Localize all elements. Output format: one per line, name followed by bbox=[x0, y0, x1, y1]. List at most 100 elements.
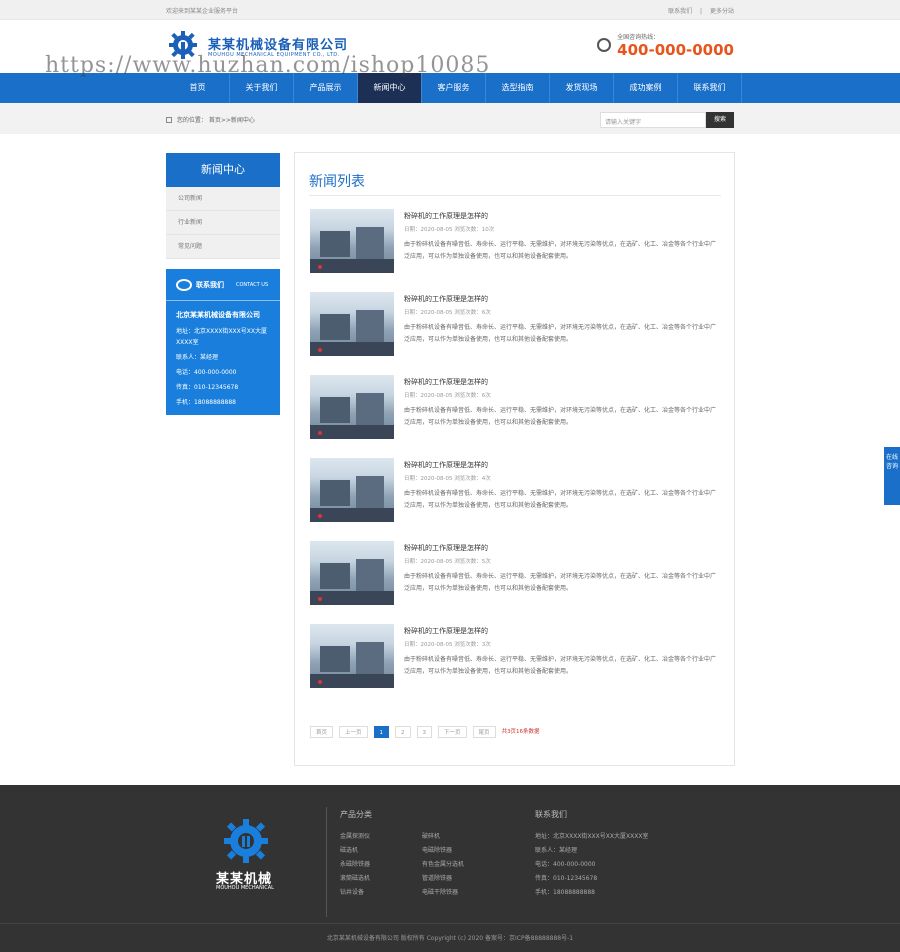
footer-product-link[interactable]: 钻井设备 bbox=[340, 887, 364, 896]
footer-contact-title: 联系我们 bbox=[535, 810, 567, 819]
footer-products-title: 产品分类 bbox=[340, 810, 372, 819]
contact-title: 联系我们 bbox=[196, 281, 224, 289]
sidebar-item-company-news[interactable]: 公司新闻 bbox=[166, 187, 280, 211]
nav-item-guide[interactable]: 选型指南 bbox=[486, 73, 550, 103]
news-title[interactable]: 粉碎机的工作原理是怎样的 bbox=[404, 377, 488, 387]
news-summary: 由于粉碎机设备有噪音低、寿命长、运行平稳、无需维护，对环境无污染等优点，在选矿、… bbox=[404, 656, 717, 675]
title-divider bbox=[309, 195, 721, 196]
nav-item-shipping[interactable]: 发货现场 bbox=[550, 73, 614, 103]
list-item[interactable]: 粉碎机的工作原理是怎样的 日期：2020-08-05 浏览次数：5次 由于粉碎机… bbox=[310, 541, 720, 607]
footer-contact-phone: 电话：400-000-0000 bbox=[535, 861, 596, 868]
footer-product-link[interactable]: 滚筒磁选机 bbox=[340, 873, 370, 882]
list-item[interactable]: 粉碎机的工作原理是怎样的 日期：2020-08-05 浏览次数：3次 由于粉碎机… bbox=[310, 624, 720, 690]
news-title[interactable]: 粉碎机的工作原理是怎样的 bbox=[404, 460, 488, 470]
footer-copyright: 北京某某机械设备有限公司 版权所有 Copyright (c) 2020 备案号… bbox=[0, 923, 900, 952]
pager-page-3[interactable]: 3 bbox=[416, 726, 433, 738]
footer-product-link[interactable]: 管道除铁器 bbox=[422, 873, 452, 882]
breadcrumb-path[interactable]: 首页>>新闻中心 bbox=[209, 117, 255, 124]
footer-product-link[interactable]: 永磁除铁器 bbox=[340, 859, 370, 868]
online-consult-tab[interactable]: 在线咨询 bbox=[884, 447, 900, 505]
footer-contact-mobile: 手机：18088888888 bbox=[535, 889, 595, 896]
news-meta: 日期：2020-08-05 浏览次数：4次 bbox=[404, 476, 491, 482]
breadcrumb-bar: 您的位置： 首页>>新闻中心 请输入关键字 搜索 bbox=[0, 103, 900, 134]
page-title: 新闻列表 bbox=[309, 174, 365, 190]
sidebar: 新闻中心 公司新闻 行业新闻 常见问题 联系我们 CONTACT US 北京某某… bbox=[166, 153, 280, 415]
welcome-text: 欢迎来到某某企业服务平台 bbox=[166, 8, 239, 15]
site-footer: 某某机械 MOUHOU MECHANICAL 产品分类 金属探测仪 磁选机 永磁… bbox=[0, 785, 900, 952]
news-thumbnail[interactable] bbox=[310, 375, 394, 439]
sidebar-item-industry-news[interactable]: 行业新闻 bbox=[166, 211, 280, 235]
list-item[interactable]: 粉碎机的工作原理是怎样的 日期：2020-08-05 浏览次数：6次 由于粉碎机… bbox=[310, 292, 720, 358]
contact-us-link[interactable]: 联系我们 bbox=[668, 8, 692, 15]
footer-product-link[interactable]: 电磁除铁器 bbox=[422, 845, 452, 854]
news-meta: 日期：2020-08-05 浏览次数：3次 bbox=[404, 642, 491, 648]
company-name: 某某机械设备有限公司 bbox=[208, 38, 349, 53]
pagination: 首页 上一页 1 2 3 下一页 尾页 共3页16条数据 bbox=[310, 726, 546, 738]
sidebar-item-faq[interactable]: 常见问题 bbox=[166, 235, 280, 259]
news-meta: 日期：2020-08-05 浏览次数：6次 bbox=[404, 310, 491, 316]
contact-title-en: CONTACT US bbox=[236, 282, 269, 288]
hotline: 全国咨询热线： 400-000-0000 bbox=[597, 32, 734, 59]
news-thumbnail[interactable] bbox=[310, 292, 394, 356]
pager-info: 共3页16条数据 bbox=[501, 729, 540, 735]
news-title[interactable]: 粉碎机的工作原理是怎样的 bbox=[404, 211, 488, 221]
footer-product-link[interactable]: 磁选机 bbox=[340, 845, 358, 854]
top-links: 联系我们 | 更多分站 bbox=[668, 8, 734, 15]
pager-page-2[interactable]: 2 bbox=[395, 726, 411, 738]
news-meta: 日期：2020-08-05 浏览次数：5次 bbox=[404, 559, 491, 565]
nav-item-cases[interactable]: 成功案例 bbox=[614, 73, 678, 103]
footer-product-link[interactable]: 金属探测仪 bbox=[340, 831, 370, 840]
pager-prev[interactable]: 上一页 bbox=[339, 726, 368, 738]
nav-item-contact[interactable]: 联系我们 bbox=[678, 73, 742, 103]
news-thumbnail[interactable] bbox=[310, 624, 394, 688]
list-item[interactable]: 粉碎机的工作原理是怎样的 日期：2020-08-05 浏览次数：4次 由于粉碎机… bbox=[310, 458, 720, 524]
contact-company: 北京某某机械设备有限公司 bbox=[176, 311, 260, 319]
search-button[interactable]: 搜索 bbox=[706, 112, 734, 128]
list-item[interactable]: 粉碎机的工作原理是怎样的 日期：2020-08-05 浏览次数：6次 由于粉碎机… bbox=[310, 375, 720, 441]
contact-phone: 电话：400-000-0000 bbox=[176, 369, 237, 376]
news-summary: 由于粉碎机设备有噪音低、寿命长、运行平稳、无需维护，对环境无污染等优点，在选矿、… bbox=[404, 490, 717, 509]
footer-contact-person: 联系人：某经理 bbox=[535, 847, 578, 854]
news-title[interactable]: 粉碎机的工作原理是怎样的 bbox=[404, 626, 488, 636]
contact-header: 联系我们 CONTACT US bbox=[166, 269, 280, 301]
breadcrumb-label: 您的位置： bbox=[176, 117, 207, 124]
breadcrumb: 您的位置： 首页>>新闻中心 bbox=[166, 115, 255, 124]
news-summary: 由于粉碎机设备有噪音低、寿命长、运行平稳、无需维护，对环境无污染等优点，在选矿、… bbox=[404, 407, 717, 426]
home-icon bbox=[166, 117, 172, 123]
hotline-number: 400-000-0000 bbox=[617, 41, 734, 59]
footer-brand-en: MOUHOU MECHANICAL bbox=[216, 885, 274, 891]
more-sites-link[interactable]: 更多分站 bbox=[710, 8, 734, 15]
news-title[interactable]: 粉碎机的工作原理是怎样的 bbox=[404, 543, 488, 553]
news-title[interactable]: 粉碎机的工作原理是怎样的 bbox=[404, 294, 488, 304]
news-summary: 由于粉碎机设备有噪音低、寿命长、运行平稳、无需维护，对环境无污染等优点，在选矿、… bbox=[404, 324, 717, 343]
news-thumbnail[interactable] bbox=[310, 209, 394, 273]
watermark-text: https://www.huzhan.com/ishop10085 bbox=[45, 53, 491, 78]
sidebar-contact-box: 联系我们 CONTACT US 北京某某机械设备有限公司 地址：北京XXXX街X… bbox=[166, 269, 280, 415]
footer-product-link[interactable]: 电磁干除铁器 bbox=[422, 887, 458, 896]
hotline-label: 全国咨询热线： bbox=[617, 34, 660, 41]
phone-icon bbox=[597, 38, 612, 52]
news-summary: 由于粉碎机设备有噪音低、寿命长、运行平稳、无需维护，对环境无污染等优点，在选矿、… bbox=[404, 241, 717, 260]
contact-fax: 传真：010-12345678 bbox=[176, 384, 239, 391]
contact-icon bbox=[176, 279, 192, 291]
pager-next[interactable]: 下一页 bbox=[438, 726, 467, 738]
list-item[interactable]: 粉碎机的工作原理是怎样的 日期：2020-08-05 浏览次数：10次 由于粉碎… bbox=[310, 209, 720, 275]
news-meta: 日期：2020-08-05 浏览次数：10次 bbox=[404, 227, 495, 233]
news-thumbnail[interactable] bbox=[310, 541, 394, 605]
footer-divider bbox=[326, 807, 327, 917]
footer-product-link[interactable]: 有色金属分选机 bbox=[422, 859, 464, 868]
footer-contact-address: 地址：北京XXXX街XXX号XX大厦XXXX室 bbox=[535, 833, 649, 840]
sidebar-title: 新闻中心 bbox=[166, 153, 280, 187]
pager-first[interactable]: 首页 bbox=[310, 726, 334, 738]
contact-mobile: 手机：18088888888 bbox=[176, 399, 236, 406]
contact-address: 地址：北京XXXX街XXX号XX大厦XXXX室 bbox=[176, 328, 267, 346]
pager-last[interactable]: 尾页 bbox=[472, 726, 496, 738]
footer-product-link[interactable]: 破碎机 bbox=[422, 831, 440, 840]
site-header: 某某机械设备有限公司 MOUHOU MECHANICAL EQUIPMENT C… bbox=[0, 20, 900, 78]
contact-person: 联系人：某经理 bbox=[176, 354, 219, 361]
pager-page-1[interactable]: 1 bbox=[373, 726, 390, 738]
news-thumbnail[interactable] bbox=[310, 458, 394, 522]
news-list-panel: 新闻列表 粉碎机的工作原理是怎样的 日期：2020-08-05 浏览次数：10次… bbox=[294, 152, 735, 766]
search-input[interactable]: 请输入关键字 bbox=[600, 112, 706, 128]
gear-logo-icon bbox=[224, 819, 268, 863]
